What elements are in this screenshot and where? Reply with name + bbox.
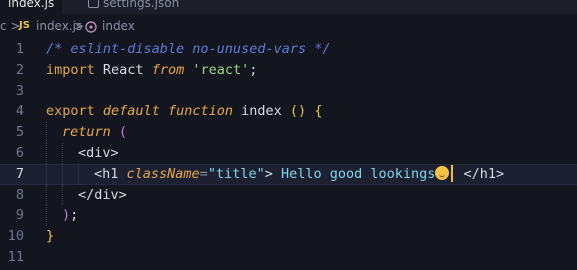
code-line[interactable]: 2 import React from 'react'; bbox=[0, 60, 577, 81]
tab-settings-json[interactable]: settings.json bbox=[80, 0, 187, 14]
line-number: 3 bbox=[15, 82, 24, 99]
code-token: > bbox=[264, 165, 281, 182]
code-token: return bbox=[62, 124, 111, 141]
line-number: 11 bbox=[7, 248, 24, 265]
breadcrumb-folder[interactable]: c > bbox=[0, 15, 21, 37]
indent-guide bbox=[78, 163, 79, 185]
code-token: index bbox=[233, 103, 290, 120]
code-token: React bbox=[94, 61, 152, 78]
breadcrumb-separator: > bbox=[74, 19, 85, 33]
code-token: () bbox=[289, 103, 307, 120]
code-token: "title" bbox=[207, 165, 265, 182]
code-line[interactable]: 4 export default function index () { bbox=[0, 101, 577, 122]
indent-guide bbox=[46, 163, 47, 185]
code-token: className bbox=[126, 165, 200, 182]
code-text: export default function index () { bbox=[46, 101, 322, 122]
js-file-icon: JS bbox=[19, 20, 30, 31]
indent-guide bbox=[46, 142, 47, 164]
smiling-face-icon bbox=[435, 165, 450, 180]
code-text: </div> bbox=[78, 185, 127, 206]
code-token: import bbox=[46, 61, 95, 78]
code-token: ; bbox=[249, 61, 258, 78]
code-token: <h1 bbox=[94, 165, 127, 182]
code-line[interactable]: 8 </div> bbox=[0, 184, 577, 206]
code-text: <div> bbox=[78, 143, 119, 164]
code-line[interactable]: 11 bbox=[0, 247, 577, 268]
code-token: default bbox=[102, 103, 160, 120]
code-token: ) bbox=[62, 207, 71, 224]
line-number: 2 bbox=[15, 61, 24, 78]
line-number: 5 bbox=[15, 124, 24, 141]
code-editor[interactable]: 1 /* eslint-disable no-unused-vars */ 2 imp… bbox=[0, 39, 577, 268]
code-token: 'react' bbox=[192, 61, 250, 78]
code-text: import React from 'react'; bbox=[46, 60, 257, 81]
code-token: ( bbox=[118, 124, 128, 141]
indent-guide bbox=[46, 122, 47, 143]
code-line[interactable]: 3 bbox=[0, 81, 577, 102]
code-token: </h1> bbox=[455, 165, 505, 182]
indent-guide bbox=[62, 184, 63, 206]
code-token: /* eslint-disable no-unused-vars */ bbox=[46, 41, 331, 57]
code-line[interactable]: 1 /* eslint-disable no-unused-vars */ bbox=[0, 39, 577, 60]
code-token: = bbox=[199, 165, 208, 182]
line-number: 6 bbox=[15, 144, 24, 161]
tab-bar: index.js settings.json bbox=[0, 0, 577, 14]
indent-guide bbox=[46, 184, 47, 206]
code-line[interactable]: 9); bbox=[0, 205, 577, 227]
line-number: 4 bbox=[15, 103, 24, 120]
code-token: } bbox=[46, 228, 55, 245]
code-token: from bbox=[151, 61, 185, 78]
code-text: <h1 className="title"> Hello good lookin… bbox=[94, 164, 504, 185]
code-line[interactable]: 6 <div> bbox=[0, 142, 577, 164]
symbol-icon bbox=[84, 19, 98, 33]
line-number: 1 bbox=[15, 41, 24, 57]
breadcrumb-symbol[interactable]: index bbox=[102, 15, 135, 37]
code-token: ; bbox=[70, 207, 79, 224]
code-text: /* eslint-disable no-unused-vars */ bbox=[46, 39, 330, 60]
indent-guide bbox=[62, 163, 63, 185]
code-line[interactable]: 10} bbox=[0, 226, 577, 247]
line-number: 7 bbox=[15, 165, 24, 182]
tab-index-js[interactable]: index.js bbox=[0, 0, 62, 14]
code-token: function bbox=[167, 103, 233, 120]
code-token: export bbox=[46, 103, 95, 120]
code-token: { bbox=[314, 103, 323, 120]
json-file-icon bbox=[88, 0, 99, 8]
tab-label: index.js bbox=[8, 0, 55, 10]
line-number: 9 bbox=[15, 207, 24, 224]
code-token: Hello good lookings bbox=[280, 165, 436, 182]
tab-label: settings.json bbox=[103, 0, 180, 10]
code-token: </div> bbox=[78, 186, 127, 203]
code-text: ); bbox=[62, 205, 78, 226]
code-text: return ( bbox=[62, 122, 127, 143]
code-token: <div> bbox=[78, 144, 119, 161]
text-cursor bbox=[451, 164, 454, 182]
code-line[interactable]: 7 <h1 className="title"> Hello good looki… bbox=[0, 163, 577, 185]
line-number: 10 bbox=[7, 228, 24, 245]
indent-guide bbox=[46, 205, 47, 227]
indent-guide bbox=[62, 142, 63, 164]
line-number: 8 bbox=[15, 186, 24, 203]
code-text: } bbox=[46, 226, 54, 247]
code-line[interactable]: 5 return ( bbox=[0, 122, 577, 143]
